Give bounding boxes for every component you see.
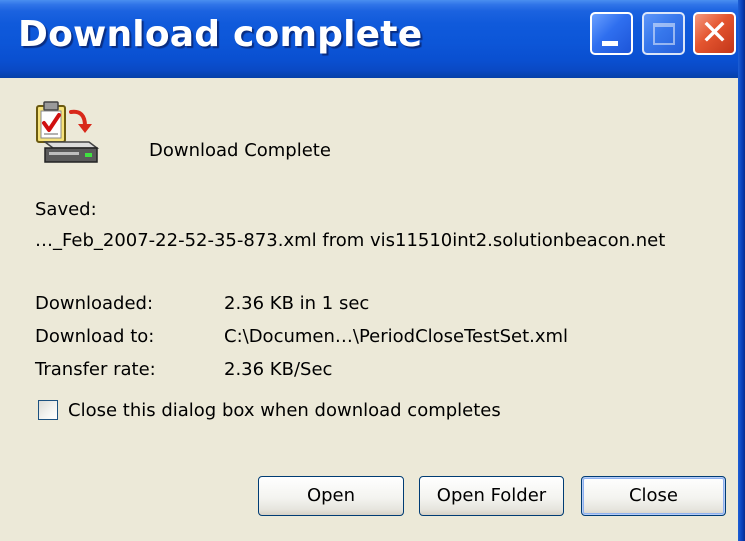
- open-folder-button[interactable]: Open Folder: [419, 476, 564, 516]
- download-to-label: Download to:: [35, 326, 155, 347]
- maximize-button: [642, 12, 685, 55]
- open-button[interactable]: Open: [258, 476, 404, 516]
- maximize-icon: [653, 23, 675, 45]
- minimize-button[interactable]: [590, 12, 633, 55]
- download-to-value: C:\Documen…\PeriodCloseTestSet.xml: [224, 326, 569, 347]
- close-window-button[interactable]: ✕: [693, 12, 736, 55]
- close-icon: ✕: [700, 13, 729, 53]
- transfer-rate-value: 2.36 KB/Sec: [224, 359, 333, 380]
- title-bar[interactable]: Download complete ✕: [0, 0, 745, 78]
- window-title: Download complete: [18, 14, 423, 55]
- downloaded-value: 2.36 KB in 1 sec: [224, 293, 370, 314]
- close-button[interactable]: Close: [581, 476, 726, 516]
- download-complete-dialog: Download complete ✕ Download Complete Sa…: [0, 0, 745, 541]
- window-frame-right: [738, 0, 745, 541]
- download-complete-heading: Download Complete: [149, 140, 331, 161]
- saved-file-value: …_Feb_2007-22-52-35-873.xml from vis1151…: [35, 230, 666, 251]
- saved-label: Saved:: [35, 199, 97, 220]
- transfer-rate-label: Transfer rate:: [35, 359, 156, 380]
- close-when-complete-label[interactable]: Close this dialog box when download comp…: [68, 400, 501, 421]
- download-complete-icon: [36, 101, 100, 163]
- downloaded-label: Downloaded:: [35, 293, 154, 314]
- minimize-icon: [602, 41, 618, 46]
- close-when-complete-checkbox[interactable]: [38, 400, 58, 420]
